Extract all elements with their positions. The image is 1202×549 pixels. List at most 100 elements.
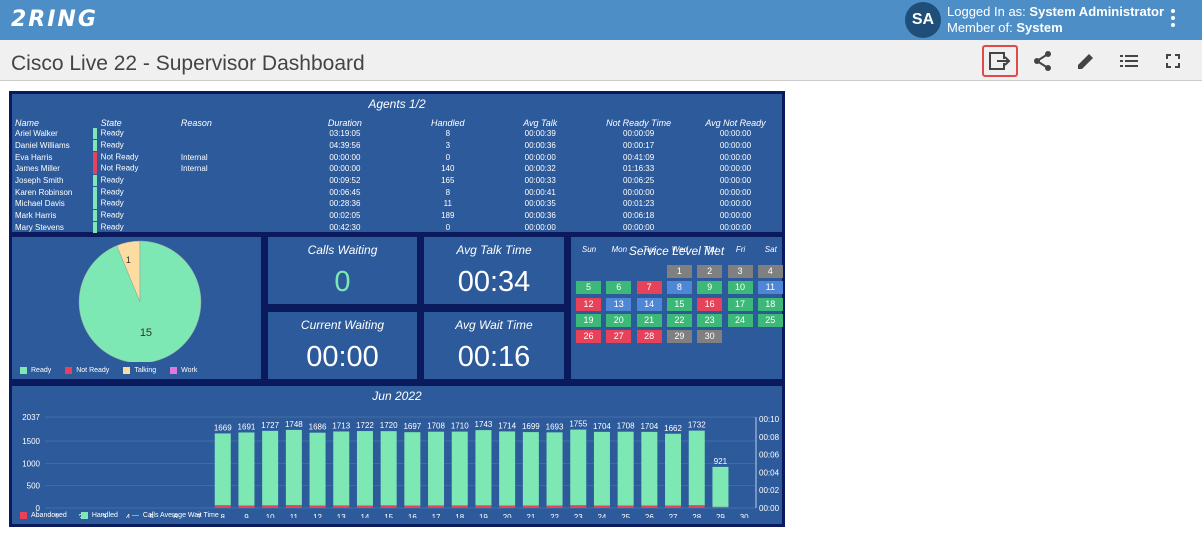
column-header[interactable]: Name — [15, 117, 101, 128]
bar-abandoned[interactable] — [238, 505, 255, 508]
legend-item[interactable]: Ready — [20, 367, 51, 374]
edit-button[interactable] — [1068, 45, 1104, 77]
avatar[interactable]: SA — [905, 2, 941, 38]
bar-handled[interactable] — [641, 431, 658, 506]
legend-item[interactable]: Not Ready — [65, 367, 109, 374]
bar-handled[interactable] — [546, 432, 563, 506]
bar-abandoned[interactable] — [499, 505, 516, 508]
bar-handled[interactable] — [285, 429, 302, 506]
column-header[interactable]: Avg Talk — [492, 117, 588, 128]
bar-abandoned[interactable] — [570, 505, 587, 508]
calendar-day[interactable]: 4 — [757, 265, 783, 278]
column-header[interactable]: Avg Not Ready — [689, 117, 782, 128]
bar-handled[interactable] — [238, 432, 255, 506]
legend-item[interactable]: Work — [170, 367, 197, 374]
calendar-day[interactable]: 26 — [576, 330, 601, 344]
calendar-day[interactable]: 3 — [727, 265, 753, 278]
share-button[interactable] — [1025, 45, 1061, 77]
legend-item[interactable]: Handled — [80, 512, 118, 519]
bar-abandoned[interactable] — [617, 505, 634, 508]
bar-handled[interactable] — [309, 432, 326, 506]
bar-handled[interactable] — [404, 432, 421, 506]
bar-abandoned[interactable] — [712, 506, 729, 508]
app-logo[interactable]: 2RING — [11, 7, 98, 32]
bar-handled[interactable] — [570, 429, 587, 506]
calendar-day[interactable]: 24 — [727, 313, 753, 327]
export-button[interactable] — [982, 45, 1018, 77]
bar-abandoned[interactable] — [641, 505, 658, 508]
calendar-day[interactable]: 29 — [666, 330, 692, 344]
bar-abandoned[interactable] — [333, 505, 350, 508]
column-header[interactable]: Not Ready Time — [588, 117, 689, 128]
agent-row[interactable]: Mary Stevens Ready 00:42:30 0 00:00:00 00:00:… — [15, 221, 782, 234]
legend-item[interactable]: Calls Average Wait Time — [131, 512, 219, 519]
column-header[interactable]: Handled — [403, 117, 492, 128]
bar-handled[interactable] — [428, 431, 445, 506]
calendar-day[interactable]: 30 — [697, 330, 723, 344]
fullscreen-button[interactable] — [1155, 45, 1191, 77]
bar-abandoned[interactable] — [262, 505, 279, 508]
calendar-day[interactable]: 27 — [606, 330, 632, 344]
bar-abandoned[interactable] — [546, 505, 563, 508]
bar-abandoned[interactable] — [214, 505, 231, 508]
agent-row[interactable]: Eva Harris Not Ready Internal 00:00:00 0 00:0… — [15, 151, 782, 163]
bar-abandoned[interactable] — [309, 505, 326, 508]
calendar-day[interactable]: 1 — [666, 265, 692, 278]
calendar-day[interactable]: 17 — [727, 297, 753, 311]
more-menu-icon[interactable] — [1164, 6, 1182, 34]
list-button[interactable] — [1111, 45, 1147, 77]
calendar-day[interactable]: 11 — [757, 281, 783, 295]
agent-row[interactable]: James Miller Not Ready Internal 00:00:00 140… — [15, 163, 782, 175]
bar-handled[interactable] — [380, 431, 397, 506]
bar-handled[interactable] — [688, 430, 705, 506]
calendar-day[interactable]: 8 — [666, 281, 692, 295]
agent-row[interactable]: Mark Harris Ready 00:02:05 189 00:00:36 00:06… — [15, 210, 782, 222]
bar-handled[interactable] — [617, 431, 634, 506]
column-header[interactable]: Reason — [181, 117, 286, 128]
bar-abandoned[interactable] — [688, 505, 705, 508]
calendar-day[interactable]: 2 — [697, 265, 723, 278]
calendar-day[interactable]: 6 — [606, 281, 632, 295]
agent-row[interactable]: Daniel Williams Ready 04:39:56 3 00:00:36 00:… — [15, 140, 782, 152]
bar-handled[interactable] — [475, 430, 492, 506]
bar-abandoned[interactable] — [356, 505, 373, 508]
calendar-day[interactable]: 21 — [636, 313, 662, 327]
pie-slice-ready[interactable] — [78, 240, 202, 364]
bar-handled[interactable] — [451, 431, 468, 506]
bar-handled[interactable] — [333, 431, 350, 506]
bar-handled[interactable] — [499, 431, 516, 506]
bar-handled[interactable] — [593, 431, 610, 506]
bar-handled[interactable] — [262, 430, 279, 506]
bar-abandoned[interactable] — [593, 505, 610, 508]
calendar-day[interactable]: 16 — [697, 297, 723, 311]
bar-abandoned[interactable] — [475, 505, 492, 508]
bar-abandoned[interactable] — [428, 505, 445, 508]
calendar-day[interactable]: 20 — [606, 313, 632, 327]
calendar-day[interactable]: 28 — [636, 330, 662, 344]
agent-row[interactable]: Karen Robinson Ready 00:06:45 8 00:00:41 00:0… — [15, 186, 782, 198]
bar-abandoned[interactable] — [665, 505, 682, 508]
calendar-day[interactable]: 9 — [697, 281, 723, 295]
bar-handled[interactable] — [214, 433, 231, 506]
calendar-day[interactable]: 5 — [576, 281, 601, 295]
bar-abandoned[interactable] — [522, 505, 539, 508]
bar-handled[interactable] — [522, 432, 539, 506]
calendar-day[interactable]: 13 — [606, 297, 632, 311]
column-header[interactable]: State — [101, 117, 181, 128]
bar-abandoned[interactable] — [285, 505, 302, 508]
bar-handled[interactable] — [356, 431, 373, 506]
calendar-day[interactable]: 18 — [757, 297, 783, 311]
bar-abandoned[interactable] — [380, 505, 397, 508]
legend-item[interactable]: Abandoned — [20, 512, 67, 519]
agent-row[interactable]: Ariel Walker Ready 03:19:05 8 00:00:39 00:00:… — [15, 128, 782, 140]
calendar-day[interactable]: 25 — [757, 313, 783, 327]
bar-handled[interactable] — [712, 466, 729, 507]
calendar-day[interactable]: 15 — [666, 297, 692, 311]
calendar-day[interactable]: 23 — [697, 313, 723, 327]
calendar-day[interactable]: 14 — [636, 297, 662, 311]
calendar-day[interactable]: 12 — [576, 297, 601, 311]
agent-row[interactable]: Joseph Smith Ready 00:09:52 165 00:00:33 00:0… — [15, 175, 782, 187]
agent-row[interactable]: Michael Davis Ready 00:28:36 11 00:00:35 00:0… — [15, 198, 782, 210]
bar-handled[interactable] — [665, 433, 682, 506]
legend-item[interactable]: Talking — [123, 367, 156, 374]
